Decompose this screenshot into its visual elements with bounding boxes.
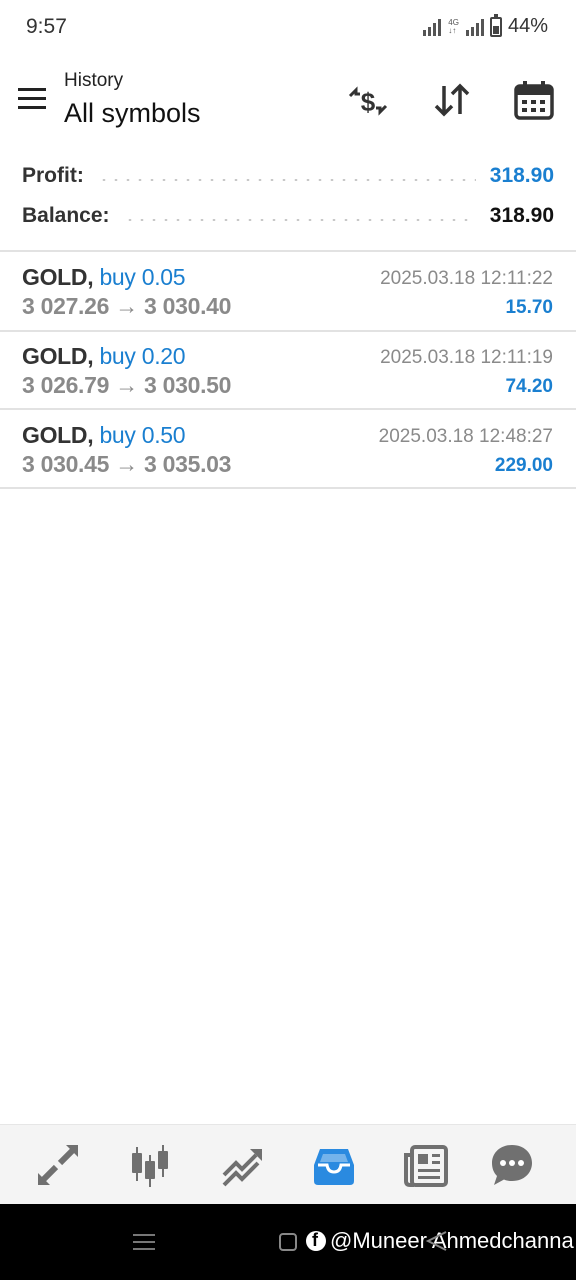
dotted-leader [97,179,476,181]
signal-icon-secondary [465,18,484,36]
system-nav-bar: @Muneer Ahmedchanna [0,1204,576,1280]
app-header: History All symbols $ [0,60,576,140]
deal-row[interactable]: GOLD, buy 0.50 3 030.45 → 3 035.03 2025.… [0,410,576,488]
recent-apps-icon[interactable] [133,1232,155,1252]
deal-profit: 229.00 [494,455,553,476]
watermark-text: @Muneer Ahmedchanna [330,1228,574,1253]
deal-profit: 74.20 [505,376,553,397]
deal-side: buy 0.05 [99,264,186,290]
menu-icon[interactable] [16,86,48,112]
profit-value: 318.90 [489,164,554,187]
battery-icon [489,13,502,37]
deal-row[interactable]: GOLD, buy 0.05 3 027.26 → 3 030.40 2025.… [0,252,576,330]
header-title[interactable]: All symbols [64,98,201,129]
deal-profit: 15.70 [505,297,553,318]
deal-time: 2025.03.18 12:11:22 [380,268,553,289]
balance-label: Balance: [22,204,110,227]
quotes-tab-icon[interactable] [34,1141,82,1189]
deal-time: 2025.03.18 12:11:19 [380,347,553,368]
trade-tab-icon[interactable] [218,1141,266,1189]
dotted-leader [123,219,476,221]
deal-time: 2025.03.18 12:48:27 [378,426,553,447]
status-indicators: 4G ↓↑ 44% [423,13,548,38]
deal-side: buy 0.50 [99,422,186,448]
deal-side: buy 0.20 [99,343,186,369]
deal-symbol: GOLD, buy 0.05 [22,264,186,290]
deal-symbol: GOLD, buy 0.20 [22,343,186,369]
deal-symbol: GOLD, buy 0.50 [22,422,186,448]
profit-label: Profit: [22,164,84,187]
home-icon[interactable] [279,1233,297,1251]
calendar-icon[interactable] [512,78,556,122]
sort-icon[interactable] [430,78,474,122]
bottom-tab-bar [0,1124,576,1204]
network-type: 4G ↓↑ [448,17,459,35]
divider [0,487,576,489]
balance-value: 318.90 [489,204,554,227]
dollar-exchange-icon[interactable]: $ [346,78,390,122]
svg-text:$: $ [361,87,376,117]
status-time: 9:57 [26,15,67,38]
deal-prices: 3 030.45 → 3 035.03 [22,451,232,477]
messages-tab-icon[interactable] [488,1141,536,1189]
status-bar: 9:57 4G ↓↑ 44% [0,0,576,54]
balance-row: Balance: 318.90 [22,196,554,236]
chart-tab-icon[interactable] [126,1141,174,1189]
deal-prices: 3 027.26 → 3 030.40 [22,293,232,319]
signal-icon [423,18,442,36]
profit-row: Profit: 318.90 [22,156,554,196]
news-tab-icon[interactable] [402,1141,450,1189]
facebook-logo-icon [306,1230,326,1251]
deal-prices: 3 026.79 → 3 030.50 [22,372,232,398]
deal-row[interactable]: GOLD, buy 0.20 3 026.79 → 3 030.50 2025.… [0,331,576,409]
history-tab-icon[interactable] [310,1141,358,1189]
header-subtitle: History [64,70,124,91]
battery-level: 44% [507,15,548,37]
back-icon[interactable] [424,1230,450,1252]
